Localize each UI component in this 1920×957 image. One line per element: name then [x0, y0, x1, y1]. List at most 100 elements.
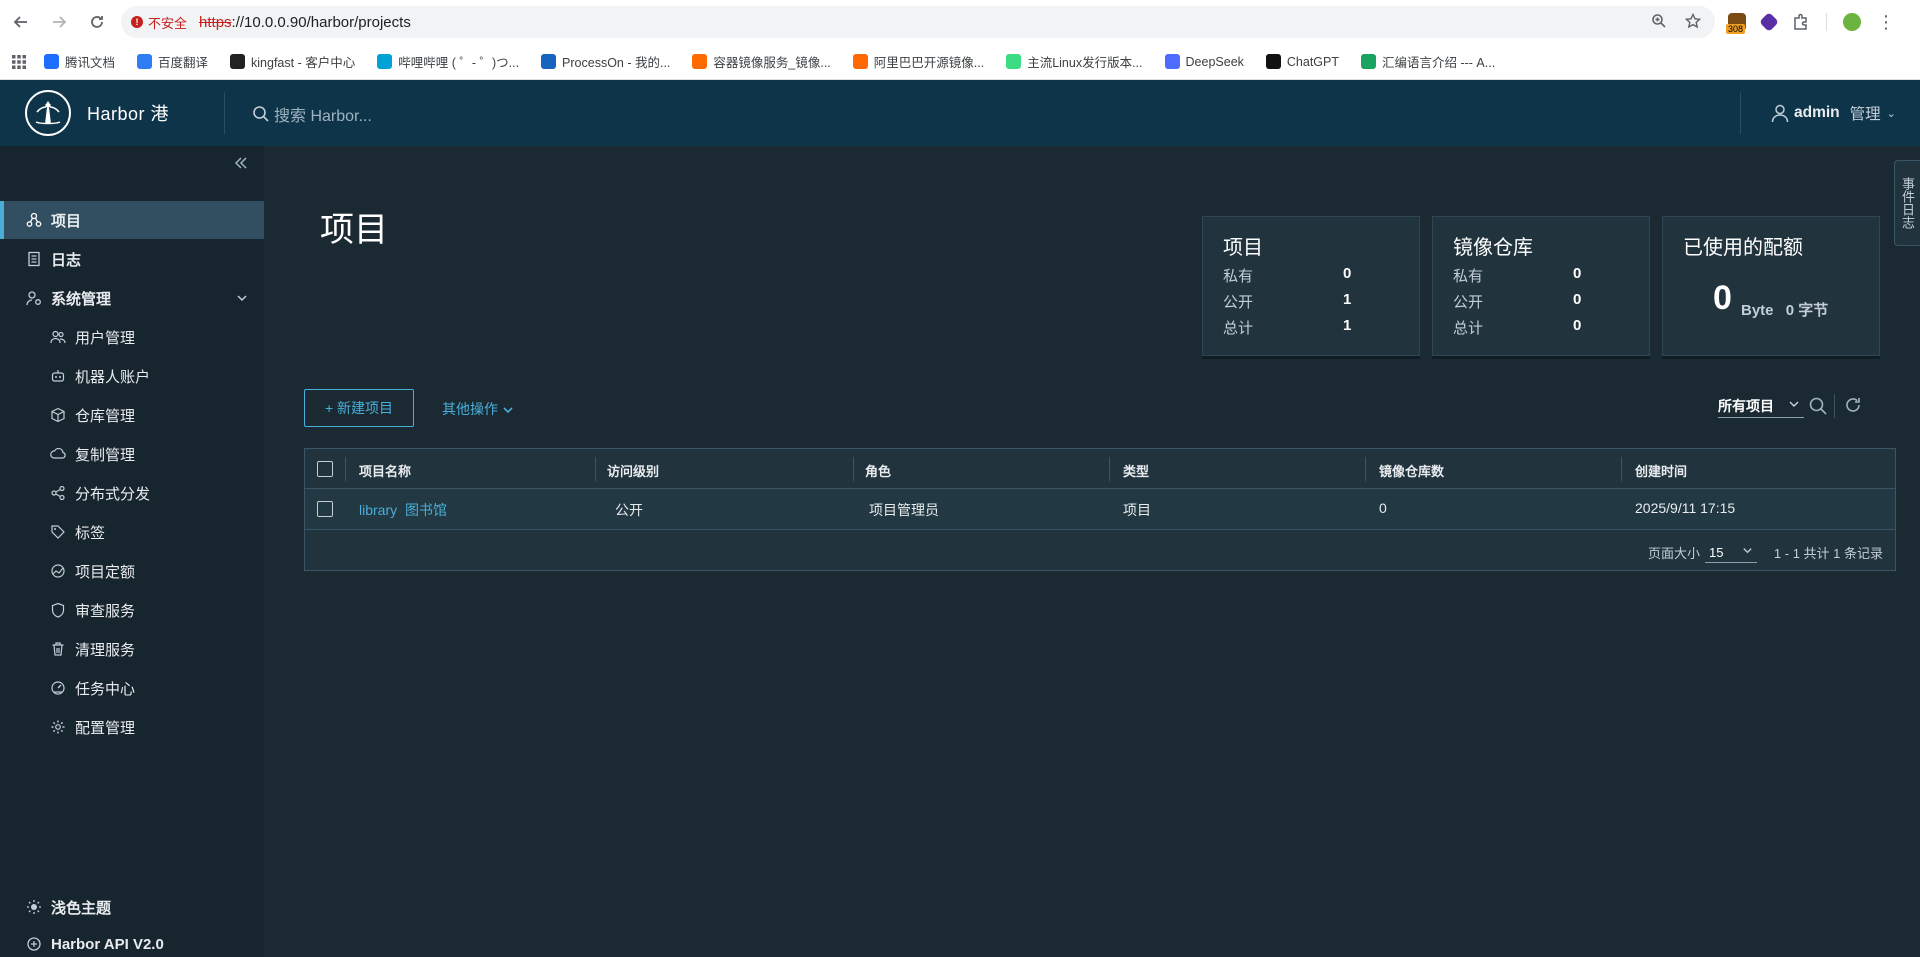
reload-icon[interactable] [82, 7, 112, 37]
column-divider [345, 457, 346, 481]
sidebar-subitem[interactable]: 用户管理 [0, 318, 264, 356]
sidebar-subitem[interactable]: 清理服务 [0, 630, 264, 668]
bookmark-item[interactable]: 主流Linux发行版本... [1006, 52, 1143, 71]
row-label: 私有 [1453, 268, 1484, 285]
chevron-down-icon [502, 404, 514, 416]
search-placeholder[interactable]: 搜索 Harbor... [274, 102, 372, 126]
row-value: 0 [1573, 265, 1582, 282]
bookmark-item[interactable]: 腾讯文档 [44, 52, 115, 71]
apps-grid-icon[interactable] [12, 54, 26, 69]
sidebar-item-label: 日志 [51, 251, 82, 269]
event-log-tab[interactable]: 事件日志 [1894, 160, 1920, 246]
sidebar-subitem[interactable]: 分布式分发 [0, 474, 264, 512]
security-badge[interactable]: ! 不安全 [131, 13, 187, 32]
column-header-repo-count[interactable]: 镜像仓库数 [1379, 461, 1444, 480]
menu-dots-icon[interactable]: ⋮ [1877, 12, 1895, 33]
select-all-checkbox[interactable] [317, 461, 333, 477]
chevron-down-icon [1788, 398, 1800, 410]
brand-title[interactable]: Harbor 港 [87, 100, 169, 126]
bookmark-item[interactable]: 容器镜像服务_镜像... [692, 52, 831, 71]
more-actions-button[interactable]: 其他操作 [442, 399, 514, 419]
theme-toggle[interactable]: 浅色主题 [0, 892, 264, 922]
forward-icon[interactable] [44, 7, 74, 37]
bookmark-item[interactable]: 汇编语言介绍 --- A... [1361, 52, 1495, 71]
sidebar-subitem[interactable]: 任务中心 [0, 669, 264, 707]
bookmark-item[interactable]: 阿里巴巴开源镜像... [852, 52, 984, 71]
search-icon [252, 105, 270, 123]
sidebar-subitem[interactable]: 标签 [0, 513, 264, 551]
sidebar-subitem-label: 审查服务 [75, 602, 136, 620]
extension-badge-icon[interactable]: 308 [1726, 13, 1746, 34]
column-header-type[interactable]: 类型 [1123, 461, 1149, 480]
sidebar-subitem[interactable]: 审查服务 [0, 591, 264, 629]
cell-role: 项目管理员 [869, 502, 939, 518]
project-filter-select[interactable]: 所有项目 [1718, 396, 1804, 418]
shield-icon [50, 602, 66, 618]
sidebar-subitem[interactable]: 配置管理 [0, 708, 264, 746]
sidebar-item-logs[interactable]: 日志 [0, 240, 264, 278]
bookmark-label: 百度翻译 [158, 56, 209, 70]
sidebar-item-projects[interactable]: 项目 [0, 201, 264, 239]
back-icon[interactable] [6, 7, 36, 37]
sidebar-subitem[interactable]: 项目定额 [0, 552, 264, 590]
projects-summary-card: 项目 私有 0 公开 1 总计 1 [1202, 216, 1420, 356]
bookmark-star-icon[interactable] [1685, 13, 1701, 29]
row-checkbox[interactable] [317, 501, 333, 517]
column-header-created[interactable]: 创建时间 [1635, 461, 1687, 480]
sidebar-subitem[interactable]: 机器人账户 [0, 357, 264, 395]
cell-type: 项目 [1123, 502, 1151, 518]
quota-unit: Byte 0 字节 [1741, 299, 1828, 320]
sidebar-item-admin[interactable]: 系统管理 [0, 279, 264, 317]
quota-unit-byte: Byte [1741, 302, 1774, 319]
global-search[interactable]: 搜索 Harbor... [252, 102, 372, 126]
bookmark-favicon-icon [230, 54, 246, 69]
profile-avatar[interactable] [1843, 13, 1861, 31]
chevron-down-icon: ⌄ [1886, 107, 1896, 120]
zoom-icon[interactable] [1651, 13, 1667, 29]
address-bar[interactable]: ! 不安全 https ://10.0.0.90/harbor/projects [121, 6, 1715, 38]
bookmark-item[interactable]: ChatGPT [1265, 54, 1339, 69]
column-divider [595, 457, 596, 481]
page-title: 项目 [320, 211, 388, 249]
extension-badge-count: 308 [1726, 24, 1746, 34]
bookmark-label: 哔哩哔哩 ( ゜- ゜)つ... [398, 56, 520, 70]
column-header-access[interactable]: 访问级别 [607, 461, 659, 480]
column-divider [1109, 457, 1110, 481]
row-label: 公开 [1453, 294, 1484, 311]
quota-icon [50, 563, 66, 579]
bookmark-item[interactable]: kingfast - 客户中心 [230, 52, 355, 71]
new-project-button[interactable]: + 新建项目 [304, 389, 414, 427]
bookmark-favicon-icon [137, 54, 153, 69]
row-value: 1 [1343, 317, 1352, 334]
project-name-link[interactable]: library 图书馆 [359, 500, 447, 520]
bookmark-item[interactable]: DeepSeek [1164, 54, 1244, 69]
pagination-info: 1 - 1 共计 1 条记录 [1773, 546, 1883, 561]
api-link[interactable]: Harbor API V2.0 [0, 931, 264, 957]
extensions-puzzle-icon[interactable] [1792, 13, 1810, 31]
bookmark-item[interactable]: ProcessOn - 我的... [541, 52, 670, 71]
card-row-private: 私有 0 [1223, 265, 1423, 286]
page-size-select[interactable]: 15 [1705, 539, 1757, 563]
row-label: 总计 [1453, 320, 1484, 337]
bookmark-item[interactable]: 哔哩哔哩 ( ゜- ゜)つ... [377, 52, 519, 71]
browser-toolbar: ! 不安全 https ://10.0.0.90/harbor/projects… [0, 0, 1920, 44]
sidebar-subitem[interactable]: 仓库管理 [0, 396, 264, 434]
harbor-logo[interactable] [25, 90, 71, 136]
collapse-sidebar-icon[interactable] [234, 156, 248, 170]
projects-table: 项目名称 访问级别 角色 类型 镜像仓库数 创建时间 library 图书馆 公… [304, 448, 1896, 571]
column-header-role[interactable]: 角色 [865, 461, 891, 480]
search-icon[interactable] [1808, 396, 1828, 416]
quota-summary-card: 已使用的配额 0 Byte 0 字节 [1662, 216, 1880, 356]
user-menu[interactable]: admin 管理 ⌄ [1770, 102, 1896, 124]
bookmark-label: ChatGPT [1286, 54, 1339, 69]
table-row[interactable]: library 图书馆 公开 项目管理员 项目 0 2025/9/11 17:1… [305, 489, 1895, 530]
project-name: library [359, 502, 398, 518]
extension-diamond-icon[interactable] [1759, 12, 1779, 32]
bookmark-item[interactable]: 百度翻译 [137, 52, 208, 71]
username: admin [1794, 104, 1840, 121]
row-label: 私有 [1223, 268, 1254, 285]
column-header-name[interactable]: 项目名称 [359, 461, 411, 480]
sidebar-subitem[interactable]: 复制管理 [0, 435, 264, 473]
quota-value: 0 [1713, 279, 1732, 317]
refresh-icon[interactable] [1844, 396, 1862, 414]
